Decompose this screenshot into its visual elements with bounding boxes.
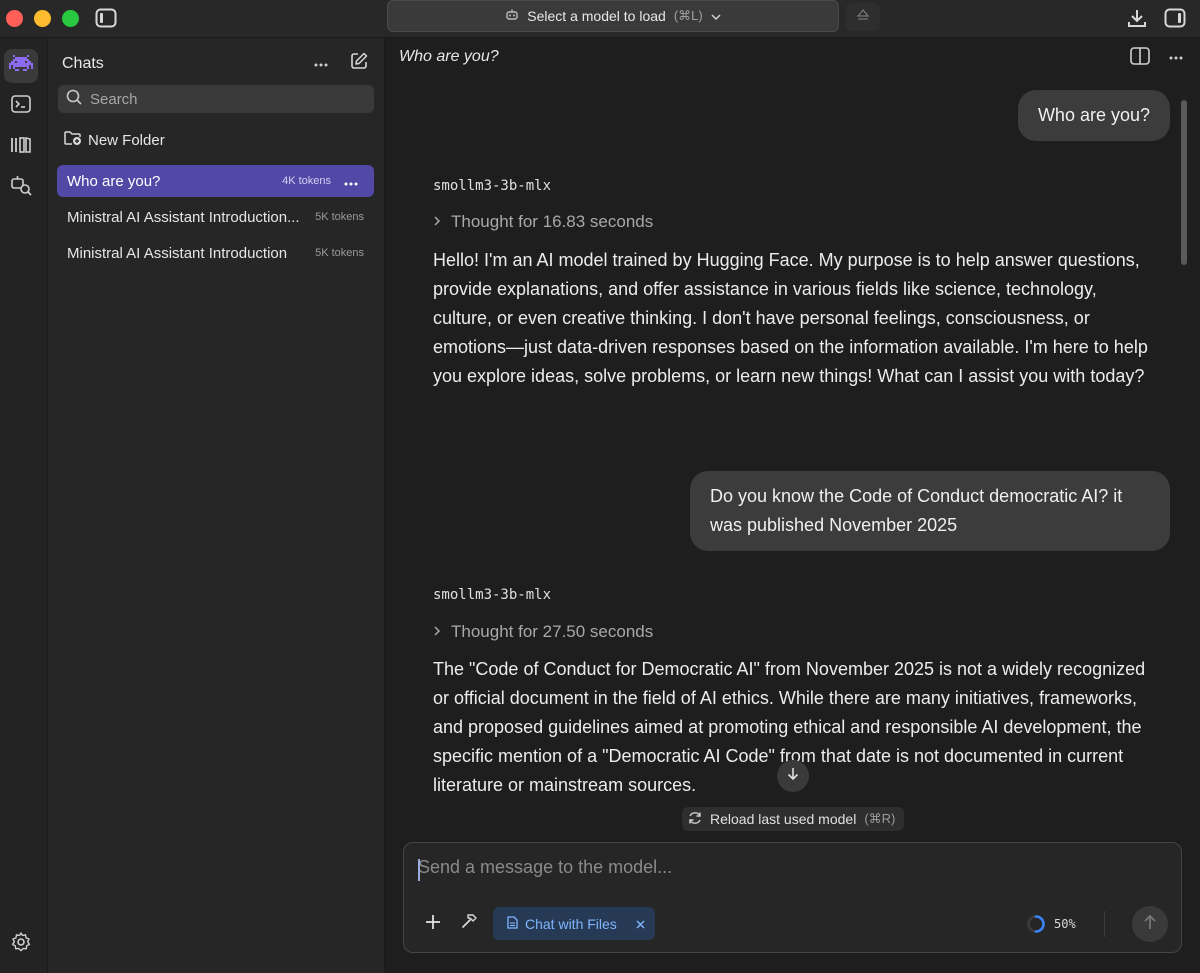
chat-item-ministral-2[interactable]: Ministral AI Assistant Introduction 5K t… bbox=[57, 237, 374, 269]
chat-scrollbar[interactable] bbox=[1181, 100, 1187, 265]
zoom-window-button[interactable] bbox=[62, 10, 79, 27]
reload-label: Reload last used model bbox=[710, 811, 857, 827]
space-invader-icon bbox=[9, 54, 33, 78]
text-cursor bbox=[418, 859, 420, 881]
chat-item-label: Ministral AI Assistant Introduction bbox=[67, 244, 288, 262]
new-chat-button[interactable] bbox=[348, 52, 370, 74]
terminal-icon bbox=[11, 94, 31, 118]
model-select-label: Select a model to load bbox=[527, 8, 666, 24]
model-select-button[interactable]: Select a model to load (⌘L) bbox=[387, 0, 839, 32]
new-folder-label: New Folder bbox=[88, 131, 165, 149]
thought-duration: Thought for 27.50 seconds bbox=[451, 622, 654, 641]
document-icon bbox=[507, 915, 518, 932]
user-message: Who are you? bbox=[1017, 90, 1170, 141]
minimize-window-button[interactable] bbox=[34, 10, 51, 27]
plus-icon bbox=[425, 914, 441, 935]
chat-title: Who are you? bbox=[399, 48, 499, 65]
rail-developer-button[interactable] bbox=[4, 89, 38, 123]
add-attachment-button[interactable] bbox=[422, 913, 444, 935]
context-usage-indicator[interactable]: 50% bbox=[1026, 914, 1076, 934]
chat-item-tokens: 5K tokens bbox=[315, 211, 364, 223]
close-window-button[interactable] bbox=[6, 10, 23, 27]
chat-item-label: Ministral AI Assistant Introduction... bbox=[67, 208, 300, 226]
split-view-icon[interactable] bbox=[1129, 46, 1151, 66]
chip-close-icon[interactable] bbox=[636, 916, 645, 932]
chevron-right-icon bbox=[433, 212, 441, 232]
title-bar: Select a model to load (⌘L) bbox=[0, 0, 1200, 38]
thought-toggle[interactable]: Thought for 27.50 seconds bbox=[433, 622, 653, 642]
assistant-model-name: smollm3-3b-mlx bbox=[433, 587, 552, 603]
ellipsis-icon bbox=[1169, 47, 1183, 65]
refresh-icon bbox=[688, 811, 702, 828]
compose-icon bbox=[350, 52, 368, 75]
chat-item-more-icon[interactable] bbox=[344, 173, 358, 189]
robot-search-icon bbox=[10, 174, 32, 201]
send-button[interactable] bbox=[1132, 906, 1168, 942]
new-folder-button[interactable]: New Folder bbox=[64, 130, 165, 150]
context-usage-value: 50% bbox=[1054, 917, 1076, 931]
download-icon[interactable] bbox=[1124, 5, 1150, 31]
chat-with-files-chip[interactable]: Chat with Files bbox=[493, 907, 655, 940]
reload-shortcut: (⌘R) bbox=[864, 811, 896, 826]
user-message: Do you know the Code of Conduct democrat… bbox=[690, 471, 1170, 551]
robot-icon bbox=[505, 8, 519, 24]
rail-models-button[interactable] bbox=[4, 130, 38, 164]
folder-plus-icon bbox=[64, 130, 82, 150]
model-select-shortcut: (⌘L) bbox=[673, 8, 703, 23]
arrow-up-icon bbox=[1143, 914, 1157, 935]
reload-model-button[interactable]: Reload last used model (⌘R) bbox=[682, 807, 904, 831]
assistant-message: Hello! I'm an AI model trained by Huggin… bbox=[433, 250, 1148, 386]
chat-item-label: Who are you? bbox=[67, 172, 161, 190]
right-panel-toggle-icon[interactable] bbox=[1162, 5, 1188, 31]
tools-button[interactable] bbox=[458, 913, 480, 935]
chevron-down-icon bbox=[711, 8, 721, 24]
chat-more-button[interactable] bbox=[1165, 46, 1187, 66]
chat-main: Who are you? Who are you? smollm3-3b-mlx… bbox=[385, 38, 1200, 973]
ellipsis-icon bbox=[314, 54, 328, 72]
chat-search-field[interactable] bbox=[58, 85, 374, 113]
sidebar-toggle-icon[interactable] bbox=[94, 7, 118, 29]
arrow-down-icon bbox=[787, 767, 799, 786]
chip-label: Chat with Files bbox=[525, 915, 617, 932]
navigation-rail bbox=[0, 38, 48, 973]
message-input[interactable] bbox=[418, 857, 1158, 887]
assistant-model-name: smollm3-3b-mlx bbox=[433, 178, 552, 194]
rail-discover-button[interactable] bbox=[4, 170, 38, 204]
chat-item-tokens: 4K tokens bbox=[282, 175, 331, 187]
chevron-right-icon bbox=[433, 622, 441, 642]
rail-chat-button[interactable] bbox=[4, 49, 38, 83]
thought-duration: Thought for 16.83 seconds bbox=[451, 212, 654, 231]
hammer-icon bbox=[460, 913, 478, 936]
message-composer: Chat with Files 50% bbox=[403, 842, 1182, 953]
chats-sidebar: Chats New Folder Who are you? 4K tokens … bbox=[48, 38, 385, 973]
context-usage-ring bbox=[1027, 915, 1045, 933]
scroll-to-bottom-button[interactable] bbox=[777, 760, 809, 792]
chat-item-ministral-1[interactable]: Ministral AI Assistant Introduction... 5… bbox=[57, 201, 374, 233]
composer-divider bbox=[1104, 911, 1105, 937]
chat-item-tokens: 5K tokens bbox=[315, 247, 364, 259]
eject-model-button[interactable] bbox=[846, 3, 880, 31]
settings-gear-icon[interactable] bbox=[10, 931, 32, 953]
sidebar-more-button[interactable] bbox=[310, 52, 332, 74]
chat-item-who-are-you[interactable]: Who are you? 4K tokens bbox=[57, 165, 374, 197]
search-input[interactable] bbox=[90, 90, 350, 108]
library-icon bbox=[10, 136, 32, 159]
search-icon bbox=[66, 89, 82, 110]
sidebar-title: Chats bbox=[62, 55, 104, 72]
eject-icon bbox=[856, 8, 870, 26]
thought-toggle[interactable]: Thought for 16.83 seconds bbox=[433, 212, 653, 232]
